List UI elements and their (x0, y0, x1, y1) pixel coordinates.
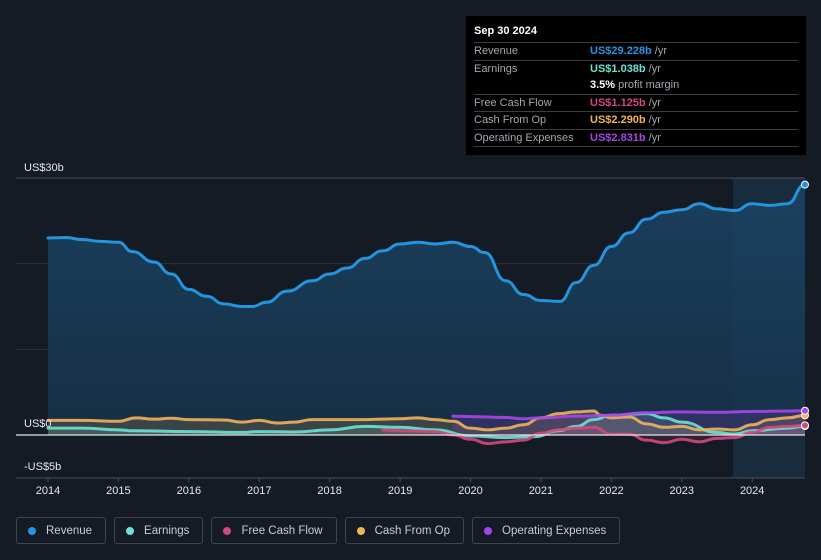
tooltip-unit: /yr (654, 45, 667, 57)
x-tick-label: 2015 (106, 485, 130, 497)
tooltip-panel: Sep 30 2024 Revenue US$29.228b /yr Earni… (466, 16, 806, 155)
tooltip-value: US$1.038b (590, 62, 646, 75)
legend-label: Revenue (46, 524, 93, 537)
revenue-area (48, 184, 805, 435)
revenue-dot-icon (28, 526, 36, 535)
free-cash-flow-end-marker (801, 421, 809, 430)
tooltip-unit: /yr (648, 114, 661, 126)
legend-label: Cash From Op (374, 524, 451, 537)
tooltip-row-operating-expenses: Operating Expenses US$2.831b /yr (474, 130, 798, 147)
x-tick-label: 2023 (670, 485, 694, 497)
x-tick-label: 2019 (388, 485, 412, 497)
legend-item-operating-expenses[interactable]: Operating Expenses (472, 517, 621, 544)
legend-label: Operating Expenses (502, 524, 607, 537)
legend: Revenue Earnings Free Cash Flow Cash Fro… (16, 517, 621, 544)
earnings-dot-icon (126, 526, 135, 535)
profit-margin-value: 3.5% (590, 79, 616, 91)
tooltip-label (474, 77, 590, 94)
x-tick-label: 2014 (36, 485, 60, 497)
legend-item-cash-from-op[interactable]: Cash From Op (344, 517, 465, 544)
x-tick-label: 2016 (177, 485, 201, 497)
tooltip-label: Cash From Op (474, 114, 547, 126)
legend-item-free-cash-flow[interactable]: Free Cash Flow (211, 517, 337, 544)
x-tick-label: 2024 (740, 485, 764, 497)
tooltip-row-earnings: Earnings US$1.038b /yr (474, 61, 798, 78)
revenue-end-marker (801, 180, 809, 189)
tooltip-date: Sep 30 2024 (474, 24, 798, 43)
cash-from-op-dot-icon (356, 526, 365, 535)
tooltip-value: US$1.125b (590, 96, 646, 109)
tooltip-unit: /yr (648, 96, 661, 109)
y-tick-label-30b: US$30b (24, 162, 64, 174)
tooltip-row-free-cash-flow: Free Cash Flow US$1.125b /yr (474, 95, 798, 112)
y-tick-label-0: US$0 (24, 418, 52, 430)
tooltip-value: US$2.290b (590, 114, 646, 126)
tooltip-label: Free Cash Flow (474, 96, 552, 109)
tooltip-row-revenue: Revenue US$29.228b /yr (474, 43, 798, 61)
tooltip-value: US$29.228b (590, 45, 652, 57)
tooltip-label: Earnings (474, 62, 518, 75)
free-cash-flow-dot-icon (223, 526, 232, 535)
x-tick-label: 2018 (317, 485, 341, 497)
x-tick-label: 2021 (529, 485, 553, 497)
x-tick-label: 2017 (247, 485, 271, 497)
operating-expenses-dot-icon (484, 526, 493, 535)
profit-margin-label: profit margin (618, 79, 680, 91)
x-tick-label: 2022 (599, 485, 623, 497)
tooltip-label: Operating Expenses (474, 131, 574, 144)
legend-label: Free Cash Flow (241, 524, 323, 537)
tooltip-row-cash-from-op: Cash From Op US$2.290b /yr (474, 112, 798, 130)
legend-item-earnings[interactable]: Earnings (114, 517, 204, 544)
tooltip-row-profit-margin: 3.5% profit margin (474, 77, 798, 95)
legend-item-revenue[interactable]: Revenue (16, 517, 107, 544)
x-tick-label: 2020 (458, 485, 482, 497)
operating-expenses-end-marker (801, 406, 809, 415)
tooltip-unit: /yr (648, 62, 661, 75)
tooltip-unit: /yr (648, 131, 661, 144)
tooltip-value: US$2.831b (590, 131, 646, 144)
y-tick-label-neg5b: -US$5b (24, 461, 61, 473)
tooltip-label: Revenue (474, 45, 519, 57)
legend-label: Earnings (144, 524, 190, 537)
